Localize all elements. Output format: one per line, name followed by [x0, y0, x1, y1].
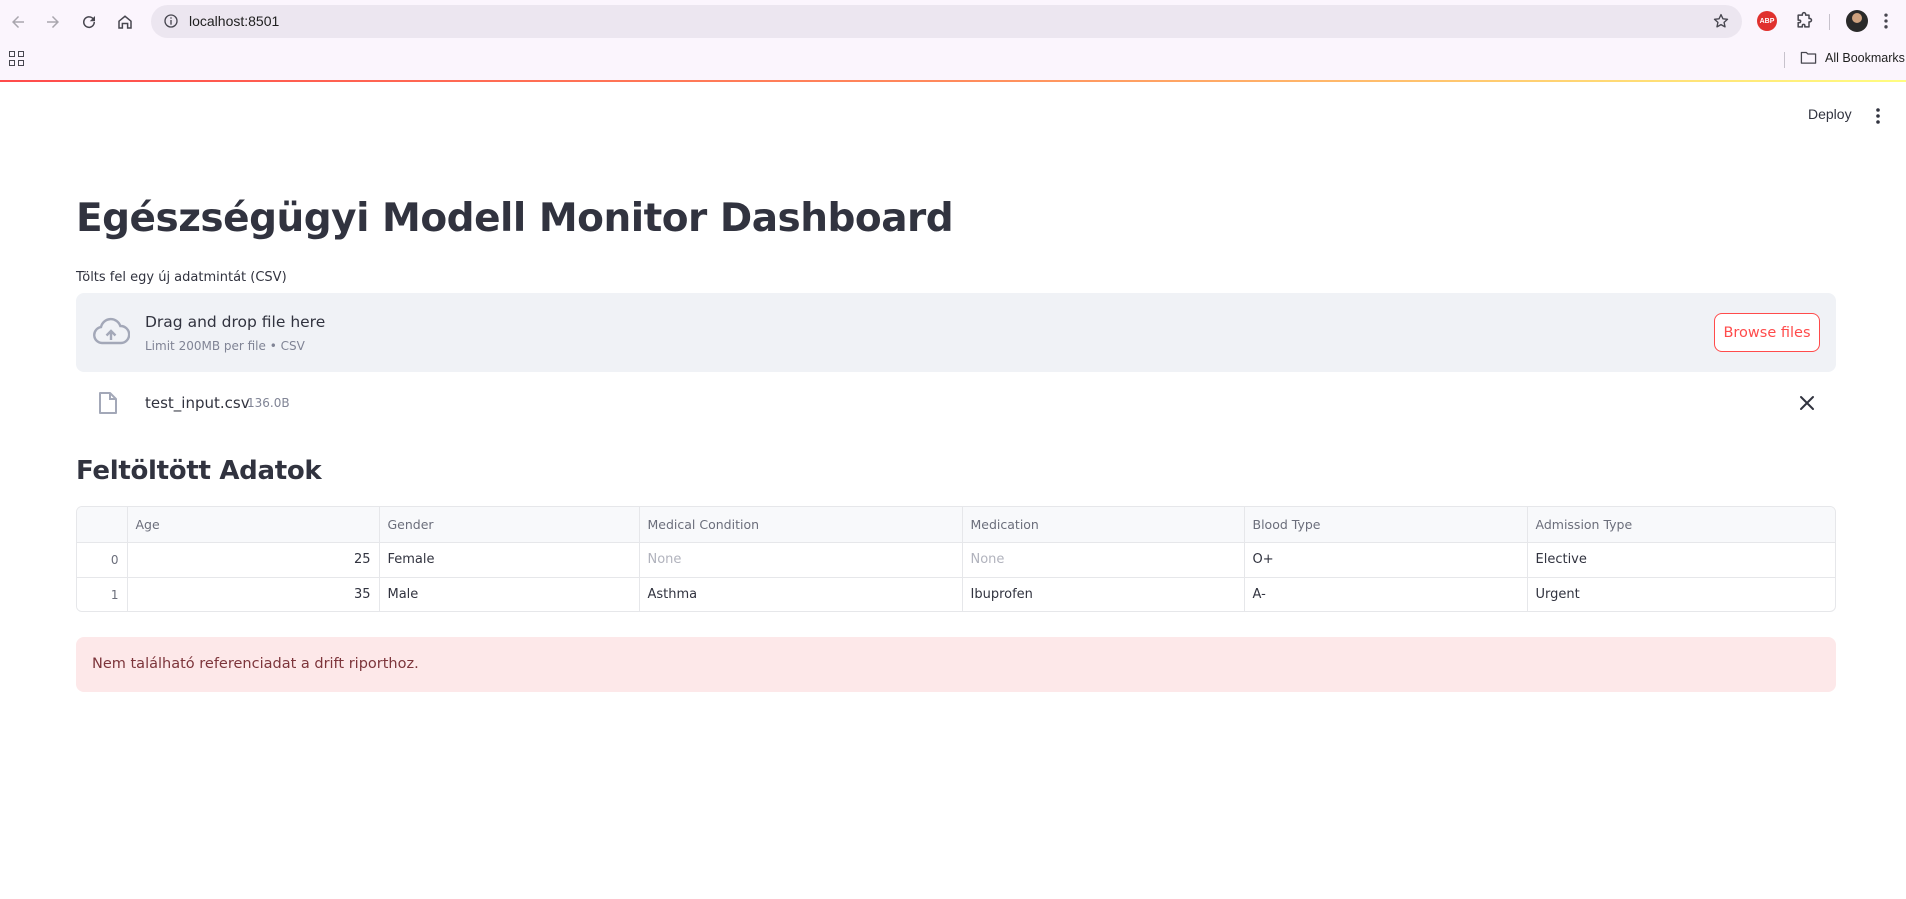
table-cell[interactable]: None [962, 542, 1245, 578]
data-table[interactable]: Age Gender Medical Condition Medication … [76, 506, 1836, 612]
table-cell[interactable]: Male [379, 577, 640, 611]
column-header-admission-type[interactable]: Admission Type [1527, 507, 1835, 543]
table-cell[interactable]: Urgent [1527, 577, 1835, 611]
column-header-medication[interactable]: Medication [962, 507, 1245, 543]
bookmark-star-icon[interactable] [1712, 12, 1730, 30]
uploader-label: Tölts fel egy új adatmintát (CSV) [76, 270, 287, 285]
table-cell[interactable]: 25 [127, 542, 380, 578]
row-index: 0 [77, 542, 128, 578]
file-name: test_input.csv [145, 394, 250, 412]
folder-icon [1800, 51, 1817, 64]
all-bookmarks-label: All Bookmarks [1825, 50, 1905, 65]
column-header-index [77, 507, 128, 543]
deploy-button[interactable]: Deploy [1808, 106, 1852, 122]
apps-grid-icon[interactable] [9, 51, 24, 66]
table-cell[interactable]: None [639, 542, 963, 578]
adblock-extension-icon[interactable]: ABP [1757, 11, 1777, 31]
uploaded-file-row: test_input.csv 136.0B [76, 385, 1836, 421]
reload-icon[interactable] [77, 10, 101, 34]
row-index: 1 [77, 577, 128, 611]
back-icon[interactable] [6, 10, 30, 34]
url-text[interactable]: localhost:8501 [189, 13, 279, 29]
table-cell[interactable]: A- [1244, 577, 1528, 611]
browser-chrome: localhost:8501 ABP All Bookmarks [0, 0, 1906, 80]
bookmarks-divider [1784, 52, 1785, 68]
forward-icon[interactable] [41, 10, 65, 34]
table-cell[interactable]: O+ [1244, 542, 1528, 578]
all-bookmarks-button[interactable]: All Bookmarks [1800, 50, 1905, 65]
dropzone-instructions: Drag and drop file here [145, 313, 326, 331]
dropzone-limit: Limit 200MB per file • CSV [145, 339, 305, 353]
browser-menu-icon[interactable] [1876, 11, 1896, 31]
column-header-blood-type[interactable]: Blood Type [1244, 507, 1528, 543]
bookmarks-bar: All Bookmarks [0, 44, 1906, 80]
table-cell[interactable]: 35 [127, 577, 380, 611]
toolbar-divider [1829, 14, 1830, 30]
profile-avatar[interactable] [1846, 10, 1868, 32]
app-main-menu-icon[interactable] [1870, 106, 1886, 126]
page-title: Egészségügyi Modell Monitor Dashboard [76, 196, 954, 241]
home-icon[interactable] [113, 10, 137, 34]
column-header-gender[interactable]: Gender [379, 507, 640, 543]
browse-files-button[interactable]: Browse files [1714, 313, 1820, 352]
table-header-row: Age Gender Medical Condition Medication … [77, 507, 1835, 543]
table-row: 1 35 Male Asthma Ibuprofen A- Urgent [77, 577, 1835, 611]
file-dropzone[interactable]: Drag and drop file here Limit 200MB per … [76, 293, 1836, 372]
extensions-puzzle-icon[interactable] [1794, 11, 1814, 31]
column-header-medical-condition[interactable]: Medical Condition [639, 507, 963, 543]
error-message: Nem található referenciadat a drift ripo… [92, 656, 419, 672]
cloud-upload-icon [93, 317, 130, 345]
table-cell[interactable]: Female [379, 542, 640, 578]
file-icon [99, 392, 117, 414]
browser-toolbar: localhost:8501 ABP [0, 0, 1906, 44]
remove-file-icon[interactable] [1798, 394, 1816, 412]
app-header-decoration [0, 80, 1906, 82]
table-cell[interactable]: Elective [1527, 542, 1835, 578]
address-bar[interactable]: localhost:8501 [151, 5, 1742, 38]
column-header-age[interactable]: Age [127, 507, 380, 543]
table-cell[interactable]: Asthma [639, 577, 963, 611]
table-row: 0 25 Female None None O+ Elective [77, 542, 1835, 578]
table-cell[interactable]: Ibuprofen [962, 577, 1245, 611]
site-info-icon[interactable] [163, 13, 179, 29]
section-title: Feltöltött Adatok [76, 456, 322, 486]
error-alert: Nem található referenciadat a drift ripo… [76, 637, 1836, 692]
file-size: 136.0B [247, 396, 290, 410]
